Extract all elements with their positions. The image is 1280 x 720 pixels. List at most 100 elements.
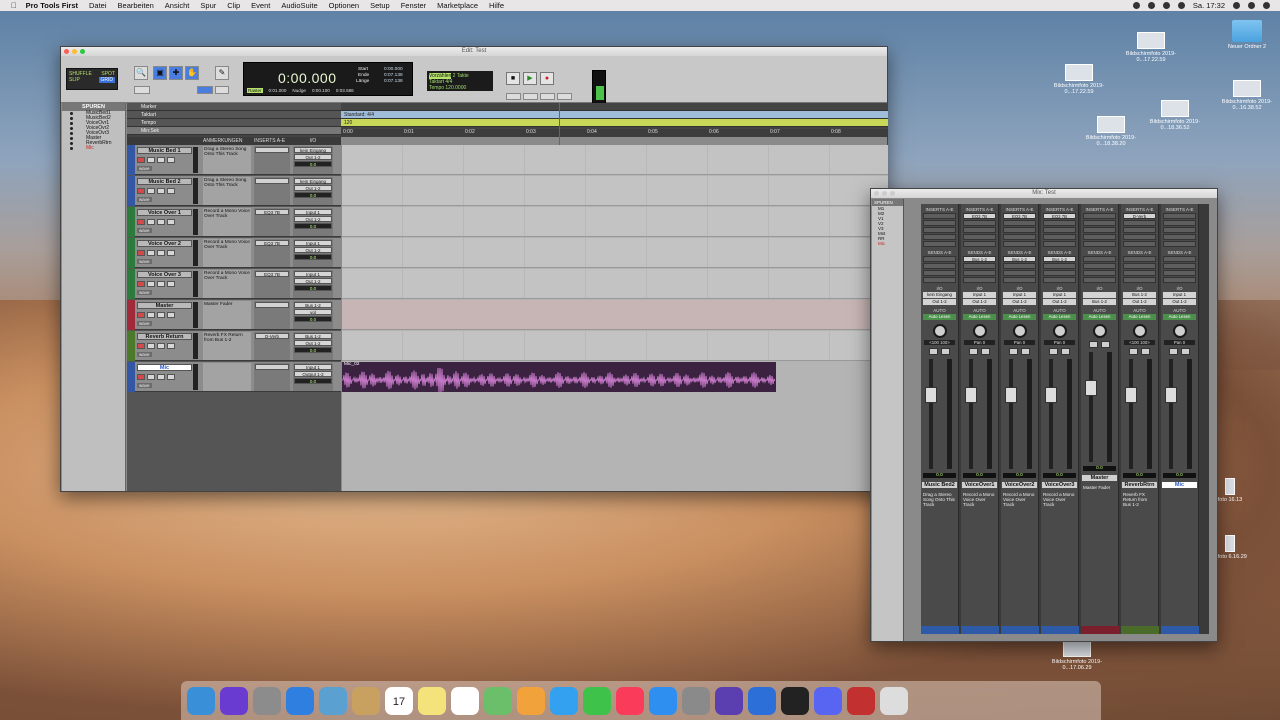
output-selector[interactable]: Out 1-2: [294, 185, 332, 191]
output-selector[interactable]: vol: [294, 309, 332, 315]
track-header[interactable]: Voice Over 1 wave Record a Mono Voice Over…: [127, 207, 341, 237]
audio-clip[interactable]: Mic_02: [342, 362, 776, 392]
selector-tool-icon[interactable]: ✚: [169, 66, 183, 80]
track-lane[interactable]: [342, 238, 888, 268]
dock-klavier-icon[interactable]: [781, 686, 809, 715]
record-enable-button[interactable]: [137, 281, 145, 287]
mode-slip[interactable]: SLIP: [69, 77, 80, 83]
insert-slot[interactable]: [1123, 220, 1156, 226]
dock-app-store-icon[interactable]: [649, 686, 677, 715]
send-slot[interactable]: [923, 256, 956, 262]
strip-color-bar[interactable]: [1041, 626, 1079, 634]
solo-button[interactable]: [157, 281, 165, 287]
send-slot[interactable]: [1043, 263, 1076, 269]
input-selector[interactable]: kein Eingang: [923, 292, 956, 298]
solo-button[interactable]: [157, 188, 165, 194]
mute-button[interactable]: [167, 219, 175, 225]
strip-comment[interactable]: Record a Mono Voice Over Track: [961, 490, 998, 526]
send-slot[interactable]: [1003, 263, 1036, 269]
pan-readout[interactable]: Pan 0: [1044, 340, 1075, 345]
strip-color-bar[interactable]: [961, 626, 999, 634]
volume-readout[interactable]: 0.0: [294, 347, 332, 353]
volume-readout[interactable]: 0.0: [1003, 473, 1036, 478]
pan-knob[interactable]: [972, 324, 987, 338]
dock-systemeinstellungen-icon[interactable]: [682, 686, 710, 715]
insert-slot[interactable]: [255, 147, 289, 153]
fader-cap[interactable]: [1005, 387, 1017, 403]
mute-button[interactable]: [167, 374, 175, 380]
mute-button[interactable]: [1181, 348, 1190, 355]
solo-button[interactable]: [969, 348, 978, 355]
dock-photo-booth-icon[interactable]: [847, 686, 875, 715]
comments-column-header[interactable]: ANMERKUNGEN: [203, 137, 254, 145]
fader-cap[interactable]: [1045, 387, 1057, 403]
strip-color-bar[interactable]: [1081, 626, 1119, 634]
solo-button[interactable]: [157, 219, 165, 225]
track-comment[interactable]: Record a Mono Voice Over Track: [203, 208, 251, 236]
send-slot[interactable]: [963, 277, 996, 283]
volume-readout[interactable]: 0.0: [294, 285, 332, 291]
track-color-bar[interactable]: [127, 238, 135, 268]
send-slot[interactable]: [923, 263, 956, 269]
strip-comment[interactable]: Drag a Stereo Song Onto This Track: [921, 490, 958, 526]
volume-readout[interactable]: 0.0: [1083, 466, 1116, 471]
mute-button[interactable]: [167, 250, 175, 256]
volume-fader[interactable]: [1041, 359, 1078, 469]
track-view-selector[interactable]: wave: [137, 290, 152, 295]
insert-slot[interactable]: [1163, 213, 1196, 219]
insert-slot[interactable]: [923, 213, 956, 219]
pan-knob[interactable]: [1052, 324, 1067, 338]
track-comment[interactable]: Record a Mono Voice Over Track: [203, 239, 251, 267]
automation-mode-selector[interactable]: Auto Lesen: [1123, 314, 1156, 320]
send-slot[interactable]: [1163, 256, 1196, 262]
track-lane[interactable]: [342, 269, 888, 299]
input-selector[interactable]: kein Eingang: [294, 178, 332, 184]
record-enable-button[interactable]: [137, 157, 145, 163]
input-selector[interactable]: [1083, 292, 1116, 298]
track-name[interactable]: Music Bed 1: [137, 147, 192, 154]
send-slot[interactable]: [1083, 263, 1116, 269]
mix-list-item[interactable]: Mic: [872, 241, 903, 246]
track-color-bar[interactable]: [127, 207, 135, 237]
menu-setup[interactable]: Setup: [370, 1, 390, 10]
strip-color-bar[interactable]: [1161, 626, 1199, 634]
input-monitor-button[interactable]: [147, 219, 155, 225]
volume-readout[interactable]: 0.0: [294, 161, 332, 167]
record-enable-button[interactable]: [137, 188, 145, 194]
automation-mode-selector[interactable]: Auto Lesen: [1163, 314, 1196, 320]
desktop-folder[interactable]: Neuer Ordner 2: [1212, 20, 1280, 50]
send-slot[interactable]: [923, 270, 956, 276]
track-header[interactable]: Music Bed 1 wave Drag a Stereo Song Onto T…: [127, 145, 341, 175]
input-selector[interactable]: Input 1: [1003, 292, 1036, 298]
output-selector[interactable]: Out 1-2: [1043, 299, 1076, 305]
insert-slot[interactable]: [255, 364, 289, 370]
insert-slot[interactable]: [1043, 227, 1076, 233]
zoom-toggle-icon[interactable]: [134, 86, 150, 94]
insert-slot[interactable]: [1003, 227, 1036, 233]
zoom-button[interactable]: [890, 191, 895, 196]
wifi-icon[interactable]: [1162, 2, 1170, 9]
dock-karten-icon[interactable]: [484, 686, 512, 715]
output-selector[interactable]: Out 1-2: [1123, 299, 1156, 305]
solo-button[interactable]: [1049, 348, 1058, 355]
stop-button[interactable]: ■: [506, 72, 520, 85]
record-enable-button[interactable]: [137, 343, 145, 349]
strip-comment[interactable]: Record a Mono Voice Over Track: [1001, 490, 1038, 526]
input-selector[interactable]: Input 1: [1163, 292, 1196, 298]
desktop-file[interactable]: Bildschirmfoto 2019-0...17.22.59: [1116, 32, 1186, 63]
tempo-value[interactable]: 120.0000: [445, 85, 466, 91]
zoom-tool-icon[interactable]: 🔍: [134, 66, 148, 80]
link-timeline-icon[interactable]: [197, 86, 213, 94]
minsec-ruler[interactable]: 0:00 0:01 0:02 0:03 0:04 0:05 0:06 0:07 …: [341, 129, 888, 137]
dock-pro-tools-icon[interactable]: [715, 686, 743, 715]
insert-slot[interactable]: [1003, 241, 1036, 247]
track-lane[interactable]: [342, 300, 888, 330]
track-header[interactable]: Music Bed 2 wave Drag a Stereo Song Onto T…: [127, 176, 341, 206]
mute-button[interactable]: [1141, 348, 1150, 355]
tempo-ruler-label[interactable]: Tempo: [127, 119, 341, 126]
record-button[interactable]: ●: [540, 72, 554, 85]
desktop-file[interactable]: Bildschirmfoto 2019-0...17.22.59: [1044, 64, 1114, 95]
insert-slot[interactable]: [963, 234, 996, 240]
dock-finder-icon[interactable]: [187, 686, 215, 715]
insert-slot[interactable]: D-Verb: [255, 333, 289, 339]
